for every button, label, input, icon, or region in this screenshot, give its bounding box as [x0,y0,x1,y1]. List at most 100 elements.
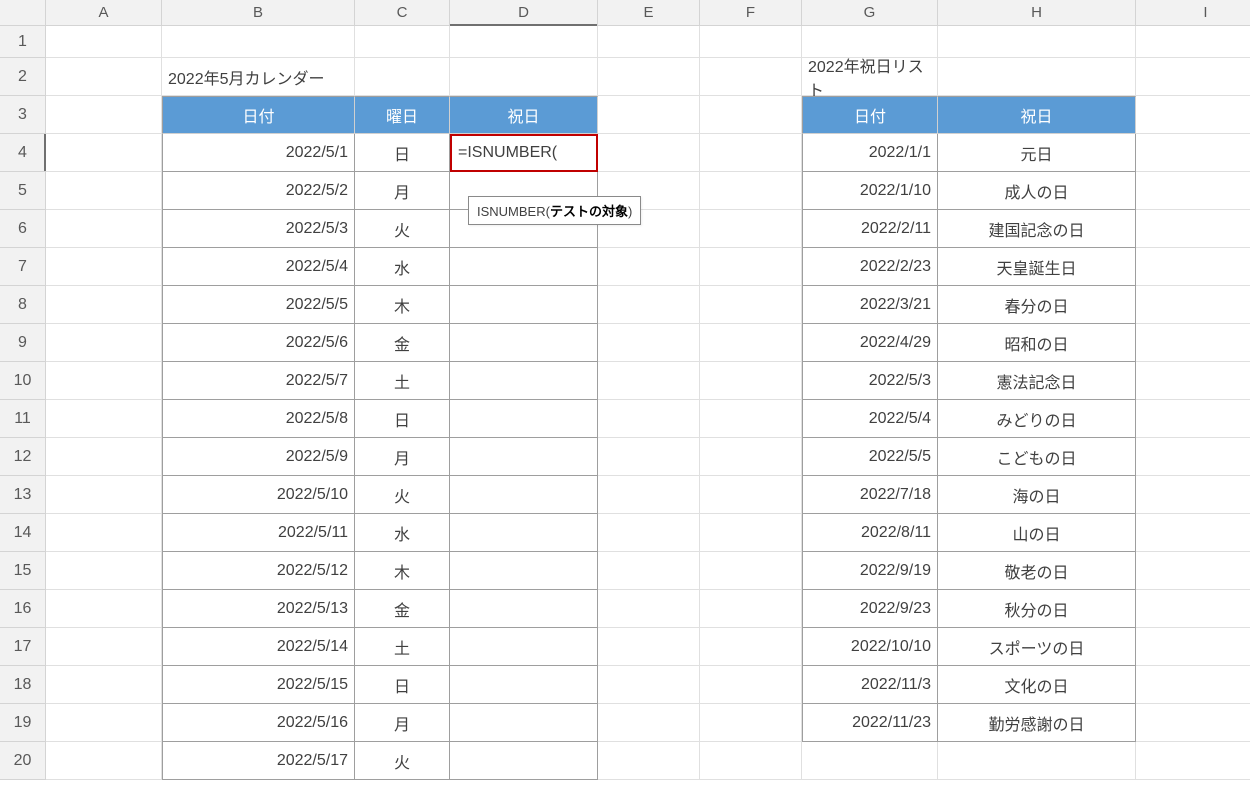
column-header-E[interactable]: E [598,0,700,26]
cell-I17[interactable] [1136,628,1250,666]
cell-G14[interactable]: 2022/8/11 [802,514,938,552]
cell-D1[interactable] [450,26,598,58]
cell-C6[interactable]: 火 [355,210,450,248]
cell-E3[interactable] [598,96,700,134]
cell-B17[interactable]: 2022/5/14 [162,628,355,666]
cell-F16[interactable] [700,590,802,628]
cell-G10[interactable]: 2022/5/3 [802,362,938,400]
column-header-D[interactable]: D [450,0,598,26]
row-header-12[interactable]: 12 [0,438,46,476]
cell-H12[interactable]: こどもの日 [938,438,1136,476]
row-header-14[interactable]: 14 [0,514,46,552]
cell-B6[interactable]: 2022/5/3 [162,210,355,248]
cell-F17[interactable] [700,628,802,666]
cell-H8[interactable]: 春分の日 [938,286,1136,324]
cell-B2[interactable]: 2022年5月カレンダー [162,58,355,96]
column-header-F[interactable]: F [700,0,802,26]
cell-B20[interactable]: 2022/5/17 [162,742,355,780]
cell-H19[interactable]: 勤労感謝の日 [938,704,1136,742]
cell-I1[interactable] [1136,26,1250,58]
cell-A8[interactable] [46,286,162,324]
cell-I9[interactable] [1136,324,1250,362]
cell-A7[interactable] [46,248,162,286]
cell-C5[interactable]: 月 [355,172,450,210]
cell-G18[interactable]: 2022/11/3 [802,666,938,704]
cell-G13[interactable]: 2022/7/18 [802,476,938,514]
row-header-19[interactable]: 19 [0,704,46,742]
cell-A10[interactable] [46,362,162,400]
cell-H10[interactable]: 憲法記念日 [938,362,1136,400]
cell-I13[interactable] [1136,476,1250,514]
select-all-corner[interactable] [0,0,46,26]
cell-B1[interactable] [162,26,355,58]
cell-F14[interactable] [700,514,802,552]
row-header-1[interactable]: 1 [0,26,46,58]
cell-H6[interactable]: 建国記念の日 [938,210,1136,248]
cell-E9[interactable] [598,324,700,362]
cell-C19[interactable]: 月 [355,704,450,742]
cell-A4[interactable] [46,134,162,172]
row-header-15[interactable]: 15 [0,552,46,590]
cell-H4[interactable]: 元日 [938,134,1136,172]
cell-I10[interactable] [1136,362,1250,400]
cell-I4[interactable] [1136,134,1250,172]
cell-G6[interactable]: 2022/2/11 [802,210,938,248]
column-header-G[interactable]: G [802,0,938,26]
cell-F18[interactable] [700,666,802,704]
row-header-13[interactable]: 13 [0,476,46,514]
cell-C7[interactable]: 水 [355,248,450,286]
cell-G8[interactable]: 2022/3/21 [802,286,938,324]
cell-B9[interactable]: 2022/5/6 [162,324,355,362]
cell-D16[interactable] [450,590,598,628]
cell-B10[interactable]: 2022/5/7 [162,362,355,400]
cell-G5[interactable]: 2022/1/10 [802,172,938,210]
cell-I5[interactable] [1136,172,1250,210]
cell-A3[interactable] [46,96,162,134]
cell-C1[interactable] [355,26,450,58]
cell-F3[interactable] [700,96,802,134]
cell-I19[interactable] [1136,704,1250,742]
cell-A6[interactable] [46,210,162,248]
cell-B18[interactable]: 2022/5/15 [162,666,355,704]
cell-H20[interactable] [938,742,1136,780]
cell-I3[interactable] [1136,96,1250,134]
cell-F15[interactable] [700,552,802,590]
cell-D15[interactable] [450,552,598,590]
cell-I20[interactable] [1136,742,1250,780]
cell-H15[interactable]: 敬老の日 [938,552,1136,590]
cell-F19[interactable] [700,704,802,742]
cell-E12[interactable] [598,438,700,476]
cell-A20[interactable] [46,742,162,780]
cell-G7[interactable]: 2022/2/23 [802,248,938,286]
cell-F2[interactable] [700,58,802,96]
cell-F10[interactable] [700,362,802,400]
row-header-7[interactable]: 7 [0,248,46,286]
cell-E19[interactable] [598,704,700,742]
column-header-B[interactable]: B [162,0,355,26]
cell-E4[interactable] [598,134,700,172]
cell-G3[interactable]: 日付 [802,96,938,134]
cell-H7[interactable]: 天皇誕生日 [938,248,1136,286]
cell-A12[interactable] [46,438,162,476]
cell-E18[interactable] [598,666,700,704]
cell-D7[interactable] [450,248,598,286]
cell-D11[interactable] [450,400,598,438]
cell-E10[interactable] [598,362,700,400]
cell-C11[interactable]: 日 [355,400,450,438]
cell-H14[interactable]: 山の日 [938,514,1136,552]
cell-I15[interactable] [1136,552,1250,590]
cell-G2[interactable]: 2022年祝日リスト [802,58,938,96]
cell-E1[interactable] [598,26,700,58]
cell-D14[interactable] [450,514,598,552]
cell-H5[interactable]: 成人の日 [938,172,1136,210]
column-header-C[interactable]: C [355,0,450,26]
row-header-18[interactable]: 18 [0,666,46,704]
cell-B4[interactable]: 2022/5/1 [162,134,355,172]
cell-B12[interactable]: 2022/5/9 [162,438,355,476]
cell-C10[interactable]: 土 [355,362,450,400]
cell-E16[interactable] [598,590,700,628]
cell-D13[interactable] [450,476,598,514]
row-header-3[interactable]: 3 [0,96,46,134]
cell-H18[interactable]: 文化の日 [938,666,1136,704]
cell-H1[interactable] [938,26,1136,58]
